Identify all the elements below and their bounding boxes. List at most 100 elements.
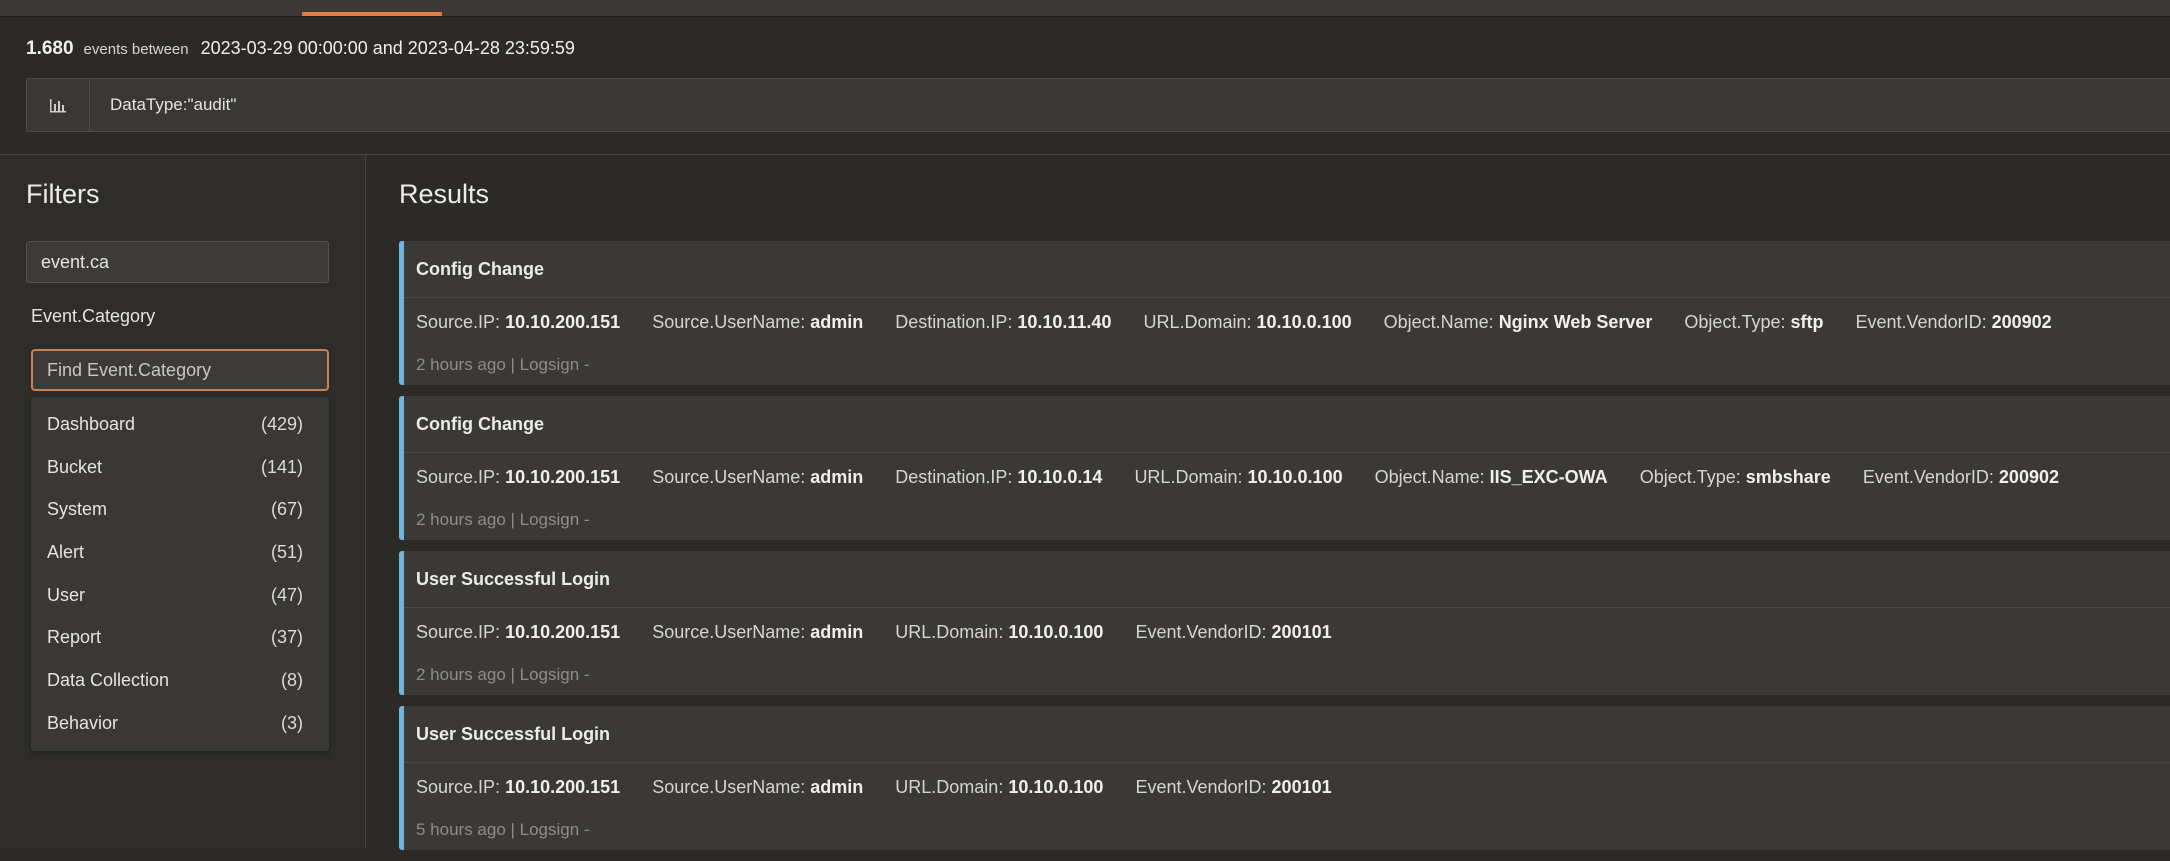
facet-item-count: (67) [270,499,303,520]
time-range[interactable]: 2023-03-29 00:00:00 and 2023-04-28 23:59… [201,38,575,59]
facet-item[interactable]: User (47) [31,574,329,617]
field-key: URL.Domain: [1134,467,1243,487]
result-field: URL.Domain: 10.10.0.100 [1134,467,1342,488]
facet-item-count: (37) [270,627,303,648]
result-fields: Source.IP: 10.10.200.151 Source.UserName… [404,622,2170,643]
field-key: Event.VendorID: [1855,312,1987,332]
field-key: Source.UserName: [652,777,806,797]
field-key: Source.UserName: [652,622,806,642]
result-card-title[interactable]: User Successful Login [404,551,2170,608]
field-key: Event.VendorID: [1862,467,1994,487]
field-key: Source.UserName: [652,312,806,332]
field-value: 200101 [1271,777,1332,797]
field-key: Source.IP: [416,622,501,642]
field-key: Object.Name: [1374,467,1485,487]
facet-item[interactable]: System (67) [31,488,329,531]
facet-item-count: (3) [281,712,303,733]
field-key: Destination.IP: [895,312,1013,332]
result-card[interactable]: User Successful Login Source.IP: 10.10.2… [399,706,2170,850]
result-field: Source.IP: 10.10.200.151 [416,312,620,333]
result-field: Event.VendorID: 200101 [1135,777,1331,798]
field-value: 10.10.0.100 [1247,467,1343,487]
facet-find-input[interactable] [31,349,329,391]
field-key: Source.IP: [416,777,501,797]
query-input[interactable] [90,78,2170,132]
field-value: sftp [1790,312,1824,332]
field-value: 10.10.200.151 [505,467,621,487]
result-field: Object.Type: smbshare [1640,467,1831,488]
result-field: Source.UserName: admin [652,467,863,488]
results-title: Results [399,179,490,209]
facet-item[interactable]: Bucket (141) [31,446,329,489]
field-value: admin [810,467,864,487]
facet-item-label: System [47,499,108,520]
facet-item[interactable]: Dashboard (429) [31,403,329,446]
query-bar [26,78,2170,132]
result-field: Source.UserName: admin [652,312,863,333]
result-field: URL.Domain: 10.10.0.100 [895,777,1103,798]
field-key: Object.Type: [1639,467,1741,487]
result-field: Event.VendorID: 200902 [1856,312,2052,333]
field-value: 10.10.0.14 [1017,467,1103,487]
result-field: Source.UserName: admin [652,777,863,798]
result-field: Event.VendorID: 200101 [1135,622,1331,643]
field-key: Object.Type: [1684,312,1786,332]
field-value: 200902 [1998,467,2059,487]
field-key: Source.IP: [416,467,501,487]
result-card[interactable]: User Successful Login Source.IP: 10.10.2… [399,551,2170,695]
result-fields: Source.IP: 10.10.200.151 Source.UserName… [404,777,2170,798]
chart-toggle-button[interactable] [27,79,90,131]
facet-item-label: Behavior [47,712,119,733]
result-field: Object.Type: sftp [1684,312,1823,333]
result-card[interactable]: Config Change Source.IP: 10.10.200.151 S… [399,241,2170,385]
result-meta: 5 hours ago | Logsign - [416,820,590,839]
facet-item[interactable]: Alert (51) [31,531,329,574]
facet-item-label: Alert [47,541,85,562]
result-field: Source.IP: 10.10.200.151 [416,467,620,488]
facet-item-count: (141) [260,456,303,477]
field-value: 10.10.200.151 [505,622,621,642]
field-key: Destination.IP: [895,467,1013,487]
field-key: Object.Name: [1383,312,1494,332]
result-field: Destination.IP: 10.10.11.40 [895,312,1111,333]
field-value: 10.10.0.100 [1008,777,1104,797]
field-value: IIS_EXC-OWA [1489,467,1608,487]
facet-title-event-category[interactable]: Event.Category [31,306,155,327]
filters-sidebar: Filters Event.Category Dashboard (429) B… [0,155,366,848]
filter-search-input[interactable] [26,241,329,283]
field-key: URL.Domain: [895,777,1004,797]
result-card-title[interactable]: Config Change [404,396,2170,453]
result-meta: 2 hours ago | Logsign - [416,665,590,684]
facet-item[interactable]: Data Collection (8) [31,659,329,702]
facet-item[interactable]: Report (37) [31,616,329,659]
result-field: Destination.IP: 10.10.0.14 [895,467,1102,488]
field-value: 10.10.200.151 [505,312,621,332]
facet-item[interactable]: Behavior (3) [31,702,329,745]
result-field: Source.IP: 10.10.200.151 [416,622,620,643]
facet-item-count: (8) [281,669,303,690]
facet-item-label: User [47,584,86,605]
facet-item-count: (47) [270,584,303,605]
field-value: 10.10.0.100 [1256,312,1352,332]
field-value: Nginx Web Server [1498,312,1653,332]
facet-dropdown-list: Dashboard (429) Bucket (141) System (67)… [31,397,329,751]
result-field: Event.VendorID: 200902 [1863,467,2059,488]
field-key: URL.Domain: [895,622,1004,642]
facet-item-label: Data Collection [47,669,170,690]
facet-item-count: (51) [270,541,303,562]
field-key: Event.VendorID: [1135,622,1267,642]
field-value: 200101 [1271,622,1332,642]
field-value: smbshare [1745,467,1831,487]
facet-item-label: Bucket [47,456,103,477]
result-fields: Source.IP: 10.10.200.151 Source.UserName… [404,312,2170,333]
result-card[interactable]: Config Change Source.IP: 10.10.200.151 S… [399,396,2170,540]
result-fields: Source.IP: 10.10.200.151 Source.UserName… [404,467,2170,488]
result-card-title[interactable]: Config Change [404,241,2170,298]
event-count: 1.680 [26,38,74,59]
field-value: 10.10.200.151 [505,777,621,797]
bar-chart-icon [50,99,66,113]
facet-item-count: (429) [260,413,303,434]
field-value: 200902 [1991,312,2052,332]
result-card-title[interactable]: User Successful Login [404,706,2170,763]
result-field: Object.Name: IIS_EXC-OWA [1375,467,1608,488]
